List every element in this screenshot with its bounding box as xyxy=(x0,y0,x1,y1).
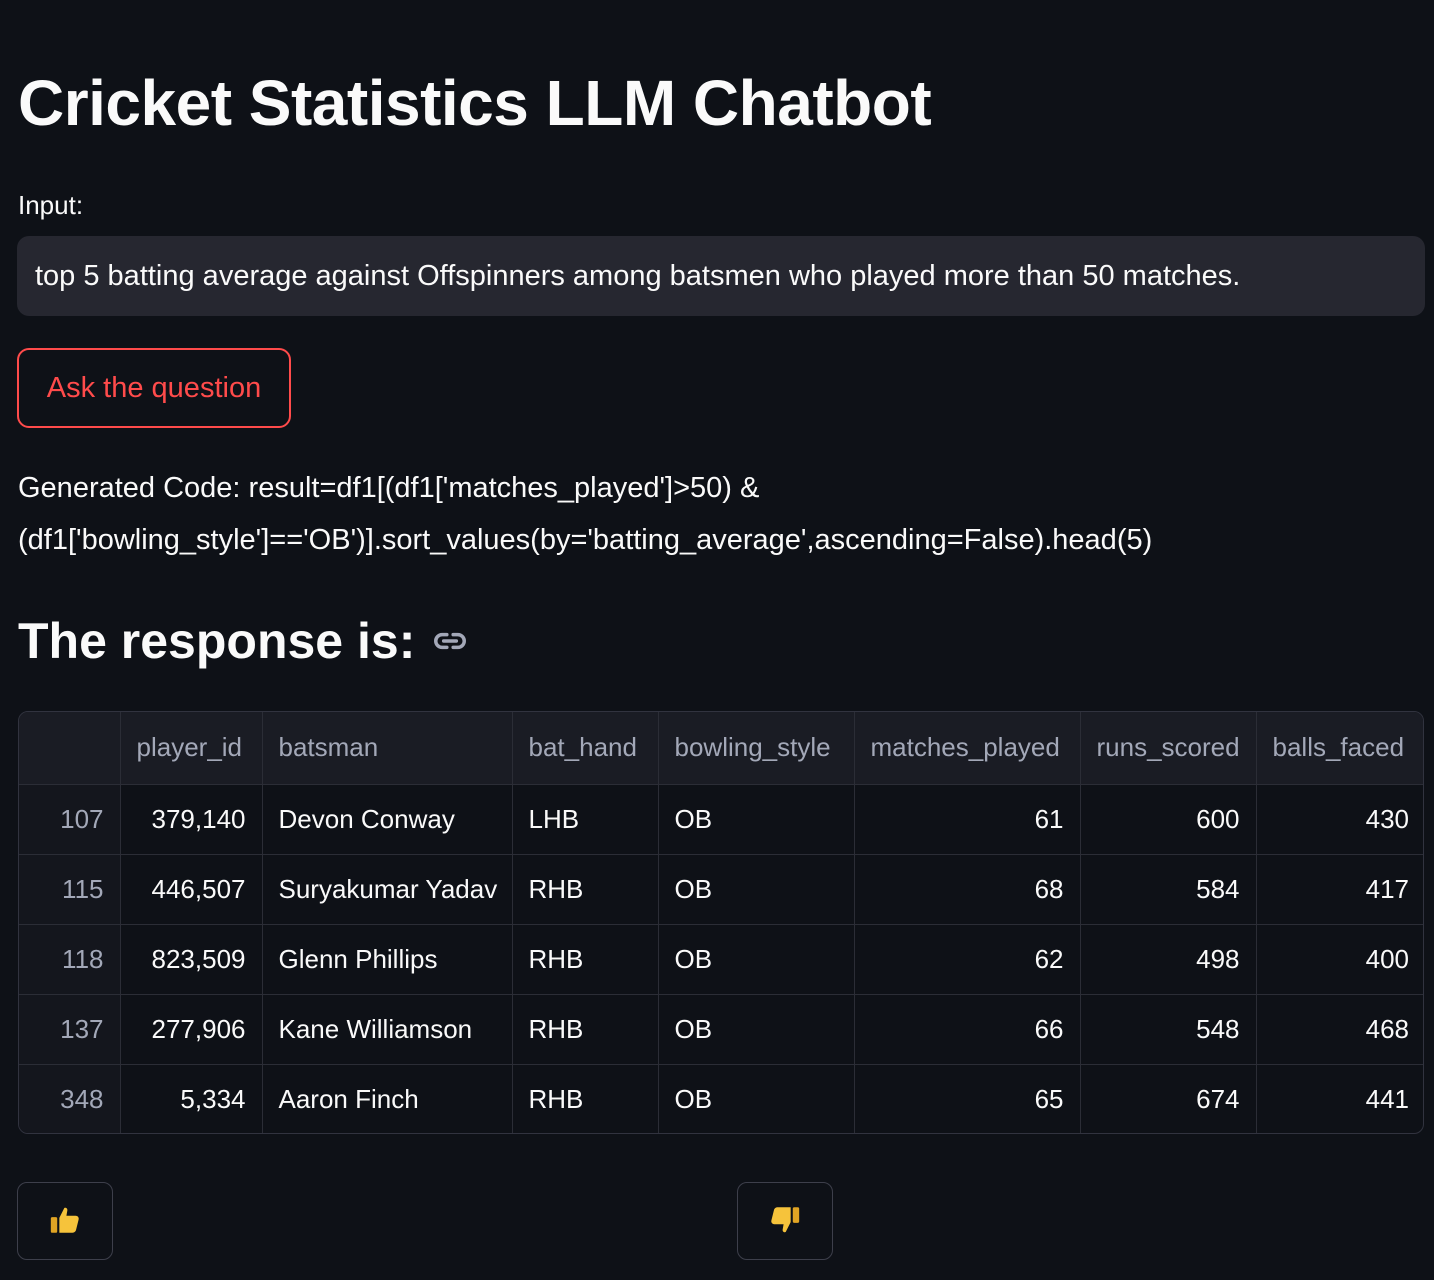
cell-bat-hand[interactable]: RHB xyxy=(512,994,659,1065)
question-input[interactable]: top 5 batting average against Offspinner… xyxy=(17,236,1425,316)
cell-player-id[interactable]: 277,906 xyxy=(120,994,263,1065)
cell-runs-scored[interactable]: 600 xyxy=(1080,784,1257,855)
table-row: 137 277,906 Kane Williamson RHB OB 66 54… xyxy=(19,994,1423,1065)
cell-batsman[interactable]: Kane Williamson xyxy=(262,994,513,1065)
cell-runs-scored[interactable]: 548 xyxy=(1080,994,1257,1065)
column-header[interactable] xyxy=(19,712,121,785)
table-row: 115 446,507 Suryakumar Yadav RHB OB 68 5… xyxy=(19,854,1423,925)
cell-player-id[interactable]: 823,509 xyxy=(120,924,263,995)
cell-batsman[interactable]: Devon Conway xyxy=(262,784,513,855)
column-header-balls-faced[interactable]: balls_faced xyxy=(1256,712,1423,785)
table-row: 348 5,334 Aaron Finch RHB OB 65 674 441 xyxy=(19,1064,1423,1133)
response-heading: The response is: xyxy=(18,612,469,670)
cell-bowling-style[interactable]: OB xyxy=(658,1064,855,1133)
app-main: Cricket Statistics LLM Chatbot Input: to… xyxy=(0,0,1434,1280)
row-index: 348 xyxy=(19,1064,121,1133)
cell-balls-faced[interactable]: 430 xyxy=(1256,784,1423,855)
thumbs-down-button[interactable] xyxy=(737,1182,833,1260)
cell-bat-hand[interactable]: RHB xyxy=(512,924,659,995)
input-label: Input: xyxy=(18,190,84,220)
table-header-row: player_id batsman bat_hand bowling_style… xyxy=(19,712,1423,785)
thumbs-up-button[interactable] xyxy=(17,1182,113,1260)
table-row: 118 823,509 Glenn Phillips RHB OB 62 498… xyxy=(19,924,1423,995)
cell-batsman[interactable]: Glenn Phillips xyxy=(262,924,513,995)
page-title: Cricket Statistics LLM Chatbot xyxy=(18,67,932,139)
generated-code-line-2: (df1['bowling_style']=='OB')].sort_value… xyxy=(18,524,1153,556)
cell-player-id[interactable]: 446,507 xyxy=(120,854,263,925)
cell-balls-faced[interactable]: 400 xyxy=(1256,924,1423,995)
thumbs-down-icon xyxy=(768,1203,802,1240)
results-dataframe[interactable]: player_id batsman bat_hand bowling_style… xyxy=(18,711,1424,1134)
cell-bowling-style[interactable]: OB xyxy=(658,924,855,995)
response-heading-text: The response is: xyxy=(18,613,416,669)
cell-batsman[interactable]: Aaron Finch xyxy=(262,1064,513,1133)
generated-code-text: Generated Code: result=df1[(df1['matches… xyxy=(18,462,1418,566)
cell-bat-hand[interactable]: LHB xyxy=(512,784,659,855)
row-index: 118 xyxy=(19,924,121,995)
cell-balls-faced[interactable]: 441 xyxy=(1256,1064,1423,1133)
cell-bat-hand[interactable]: RHB xyxy=(512,1064,659,1133)
row-index: 107 xyxy=(19,784,121,855)
cell-bowling-style[interactable]: OB xyxy=(658,994,855,1065)
cell-matches-played[interactable]: 66 xyxy=(854,994,1081,1065)
cell-player-id[interactable]: 379,140 xyxy=(120,784,263,855)
column-header-player-id[interactable]: player_id xyxy=(120,712,263,785)
column-header-matches-played[interactable]: matches_played xyxy=(854,712,1081,785)
link-icon[interactable] xyxy=(431,622,469,660)
cell-bat-hand[interactable]: RHB xyxy=(512,854,659,925)
cell-matches-played[interactable]: 62 xyxy=(854,924,1081,995)
cell-batsman[interactable]: Suryakumar Yadav xyxy=(262,854,513,925)
cell-matches-played[interactable]: 61 xyxy=(854,784,1081,855)
column-header-runs-scored[interactable]: runs_scored xyxy=(1080,712,1257,785)
cell-matches-played[interactable]: 65 xyxy=(854,1064,1081,1133)
thumbs-up-icon xyxy=(48,1203,82,1240)
cell-player-id[interactable]: 5,334 xyxy=(120,1064,263,1133)
cell-bowling-style[interactable]: OB xyxy=(658,854,855,925)
column-header-batsman[interactable]: batsman xyxy=(262,712,513,785)
cell-runs-scored[interactable]: 498 xyxy=(1080,924,1257,995)
results-table: player_id batsman bat_hand bowling_style… xyxy=(19,712,1423,1133)
cell-balls-faced[interactable]: 417 xyxy=(1256,854,1423,925)
ask-question-button[interactable]: Ask the question xyxy=(17,348,291,428)
row-index: 115 xyxy=(19,854,121,925)
table-row: 107 379,140 Devon Conway LHB OB 61 600 4… xyxy=(19,784,1423,855)
row-index: 137 xyxy=(19,994,121,1065)
cell-matches-played[interactable]: 68 xyxy=(854,854,1081,925)
column-header-bat-hand[interactable]: bat_hand xyxy=(512,712,659,785)
generated-code-line-1: Generated Code: result=df1[(df1['matches… xyxy=(18,472,760,504)
cell-bowling-style[interactable]: OB xyxy=(658,784,855,855)
cell-balls-faced[interactable]: 468 xyxy=(1256,994,1423,1065)
cell-runs-scored[interactable]: 674 xyxy=(1080,1064,1257,1133)
column-header-bowling-style[interactable]: bowling_style xyxy=(658,712,855,785)
cell-runs-scored[interactable]: 584 xyxy=(1080,854,1257,925)
